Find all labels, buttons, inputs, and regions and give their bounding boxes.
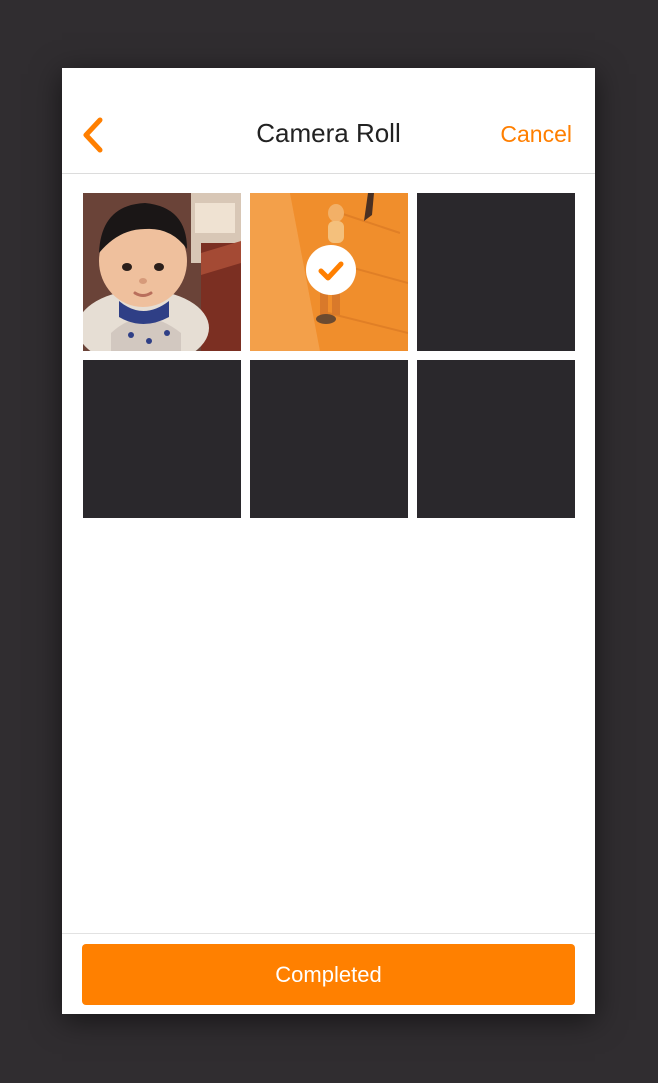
back-button[interactable] — [74, 114, 114, 158]
chevron-left-icon — [83, 117, 103, 153]
bottom-bar: Completed — [62, 933, 595, 1014]
photo-thumbnail-empty[interactable] — [417, 360, 575, 518]
photo-grid — [83, 193, 575, 519]
nav-bar: Camera Roll Cancel — [62, 68, 595, 174]
photo-thumbnail-empty[interactable] — [417, 193, 575, 351]
photo-thumbnail-selected[interactable] — [250, 193, 408, 351]
checkmark-icon — [318, 261, 344, 281]
cancel-button[interactable]: Cancel — [500, 118, 572, 150]
child-portrait-photo — [83, 193, 241, 351]
photo-thumbnail-empty[interactable] — [83, 360, 241, 518]
photo-thumbnail-empty[interactable] — [250, 360, 408, 518]
completed-button[interactable]: Completed — [82, 944, 575, 1005]
selected-check-badge — [306, 245, 356, 295]
picker-screen: Camera Roll Cancel Completed — [62, 68, 595, 1014]
photo-thumbnail[interactable] — [83, 193, 241, 351]
